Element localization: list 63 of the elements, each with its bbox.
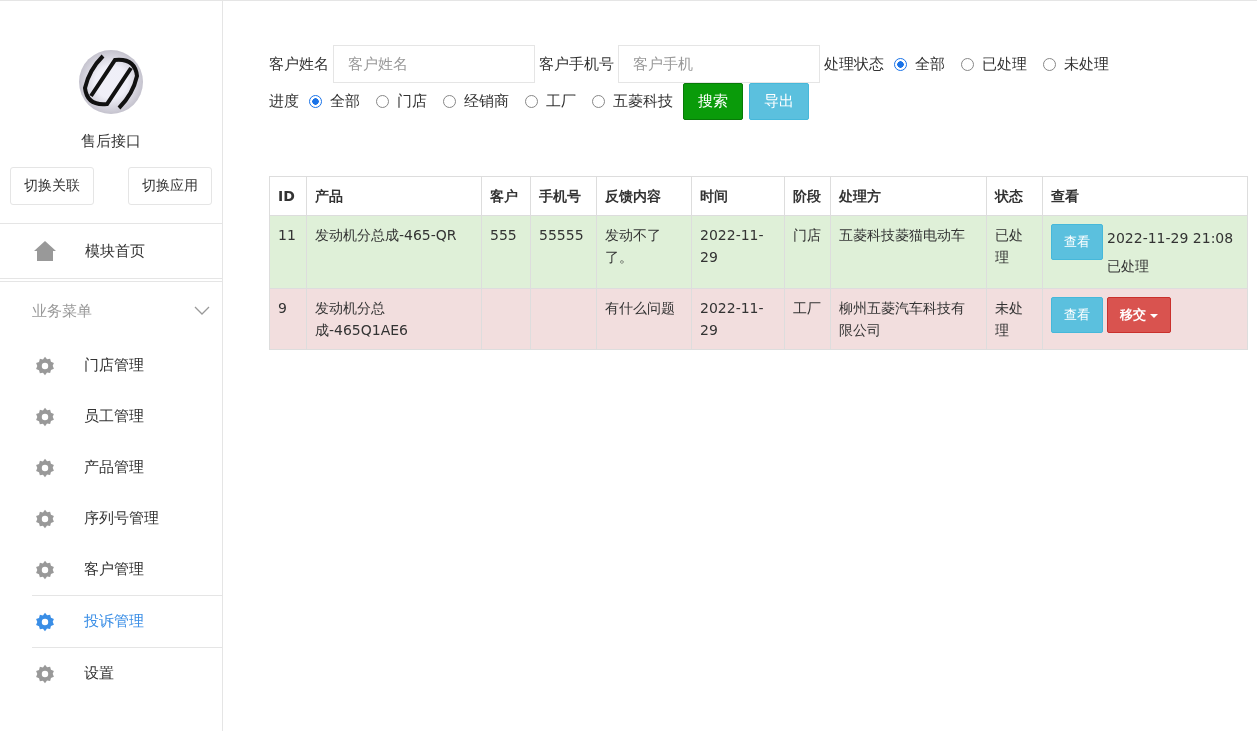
table-cell: 已处理 (995, 227, 1023, 265)
radio-option[interactable]: 门店 (376, 92, 427, 111)
table-cell: 555 (490, 227, 517, 243)
app-name: 售后接口 (80, 132, 142, 151)
table-cell: 9 (278, 300, 287, 316)
sidebar-item[interactable]: 门店管理 (0, 340, 222, 391)
radio-option[interactable]: 经销商 (443, 92, 509, 111)
sidebar-item[interactable]: 投诉管理 (32, 595, 222, 648)
transfer-dropdown-button[interactable]: 移交 (1107, 297, 1171, 333)
filter-label: 进度 (269, 92, 299, 111)
gear-icon (34, 507, 56, 530)
switch-button[interactable]: 切换关联 (10, 167, 94, 205)
table-cell: 发动机分总成-465-QR (315, 227, 457, 243)
process-note: 2022-11-29 21:08已处理 (1107, 229, 1235, 276)
gear-icon (34, 610, 56, 633)
sidebar-item[interactable]: 客户管理 (0, 544, 222, 595)
gear-icon (34, 558, 56, 581)
radio-option[interactable]: 工厂 (525, 92, 576, 111)
sidebar-item[interactable]: 员工管理 (0, 391, 222, 442)
column-header: 阶段 (784, 176, 831, 216)
sidebar-item[interactable]: 序列号管理 (0, 493, 222, 544)
column-header: 状态 (986, 176, 1043, 216)
table-cell: 2022-11-29 (700, 300, 764, 338)
table-cell: 有什么问题 (605, 300, 675, 316)
radio-option[interactable]: 全部 (309, 92, 360, 111)
table-cell: 门店 (793, 227, 821, 243)
column-header: 产品 (306, 176, 482, 216)
filter-label: 客户手机号 (539, 54, 614, 74)
home-menu-item[interactable]: 模块首页 (0, 223, 222, 279)
column-header: 处理方 (830, 176, 987, 216)
switch-button[interactable]: 切换应用 (128, 167, 212, 205)
column-header: 手机号 (530, 176, 597, 216)
table-cell: 五菱科技菱猫电动车 (839, 227, 965, 243)
table-cell: 工厂 (793, 300, 821, 316)
sidebar-item[interactable]: 产品管理 (0, 442, 222, 493)
table-cell: 未处理 (995, 300, 1023, 338)
table-cell: 柳州五菱汽车科技有限公司 (839, 300, 965, 338)
filter-label: 客户姓名 (269, 54, 329, 74)
table-cell: 11 (278, 227, 296, 243)
table-cell: 发动机分总成-465Q1AE6 (315, 300, 409, 338)
search-button[interactable]: 搜索 (683, 83, 743, 120)
table-cell: 55555 (539, 227, 584, 243)
filter-label: 处理状态 (824, 54, 884, 74)
table-cell: 2022-11-29 (700, 227, 764, 265)
sidebar-item[interactable]: 设置 (0, 648, 222, 699)
radio-option[interactable]: 全部 (894, 54, 945, 74)
column-header: 查看 (1042, 176, 1248, 216)
column-header: 时间 (691, 176, 785, 216)
radio-option[interactable]: 未处理 (1043, 54, 1109, 74)
column-header: 反馈内容 (596, 176, 692, 216)
gear-icon (34, 354, 56, 377)
chevron-icon (194, 306, 210, 316)
name-input-field[interactable]: 客户姓名 (333, 45, 535, 83)
radio-option[interactable]: 已处理 (961, 54, 1027, 74)
column-header: ID (269, 176, 307, 216)
gear-icon (34, 456, 56, 479)
radio-option[interactable]: 五菱科技 (592, 92, 673, 111)
gear-icon (34, 405, 56, 428)
column-header: 客户 (481, 176, 531, 216)
gear-icon (34, 662, 56, 685)
table-cell: 发动不了了。 (605, 227, 661, 265)
home-icon (33, 240, 57, 262)
phone-input-field[interactable]: 客户手机 (618, 45, 820, 83)
